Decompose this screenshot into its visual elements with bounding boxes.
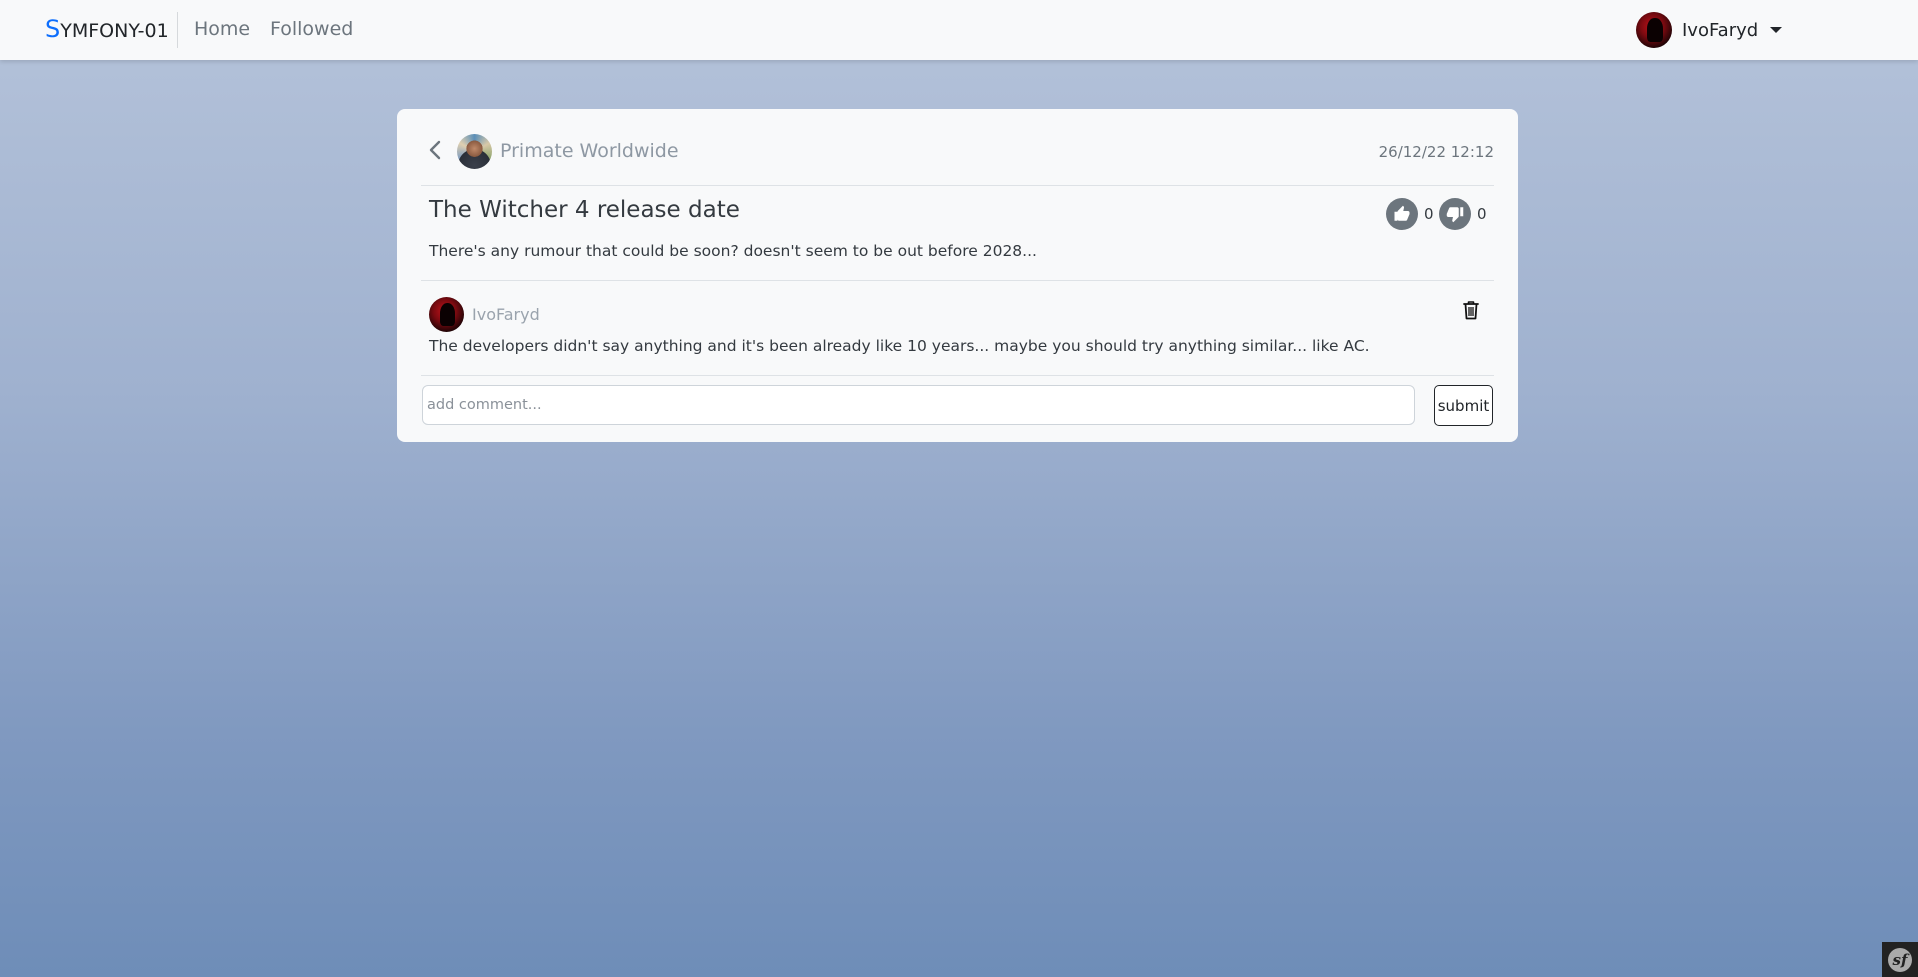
navbar: SYMFONY-01 Home Followed IvoFaryd	[0, 0, 1918, 60]
user-avatar	[1636, 12, 1672, 48]
trash-icon[interactable]	[1461, 299, 1481, 321]
dislike-control: 0	[1439, 198, 1487, 230]
divider	[421, 185, 1494, 186]
user-name: IvoFaryd	[1682, 19, 1759, 41]
like-control: 0	[1386, 198, 1434, 230]
comment-text: The developers didn't say anything and i…	[429, 337, 1370, 355]
symfony-logo-icon: sf	[1888, 947, 1912, 972]
divider	[421, 375, 1494, 376]
like-count: 0	[1424, 205, 1434, 223]
navbar-divider	[177, 12, 178, 48]
nav-followed-link[interactable]: Followed	[270, 18, 353, 40]
comment-author-link[interactable]: IvoFaryd	[472, 305, 540, 324]
thumbs-down-icon	[1446, 207, 1464, 223]
post-card: Primate Worldwide 26/12/22 12:12 The Wit…	[397, 109, 1518, 442]
post-body: There's any rumour that could be soon? d…	[429, 242, 1037, 260]
dislike-count: 0	[1477, 205, 1487, 223]
group-name-link[interactable]: Primate Worldwide	[500, 140, 679, 162]
brand-link[interactable]: SYMFONY-01	[45, 15, 169, 43]
post-title: The Witcher 4 release date	[429, 197, 740, 223]
chevron-left-icon[interactable]	[425, 139, 445, 161]
dislike-button[interactable]	[1439, 198, 1471, 230]
brand-initial: S	[45, 15, 61, 43]
like-button[interactable]	[1386, 198, 1418, 230]
thumbs-up-icon	[1394, 205, 1410, 221]
submit-button[interactable]: submit	[1434, 385, 1493, 426]
group-avatar[interactable]	[457, 134, 492, 169]
caret-down-icon	[1770, 27, 1783, 33]
divider	[421, 280, 1494, 281]
symfony-toolbar-toggle[interactable]: sf	[1882, 942, 1918, 977]
user-menu-dropdown[interactable]: IvoFaryd	[1636, 11, 1783, 49]
brand-text: YMFONY-01	[60, 20, 169, 42]
comment-author-avatar[interactable]	[429, 297, 464, 332]
nav-home-link[interactable]: Home	[194, 18, 250, 40]
post-date: 26/12/22 12:12	[1378, 143, 1494, 161]
comment-input[interactable]	[422, 385, 1415, 425]
